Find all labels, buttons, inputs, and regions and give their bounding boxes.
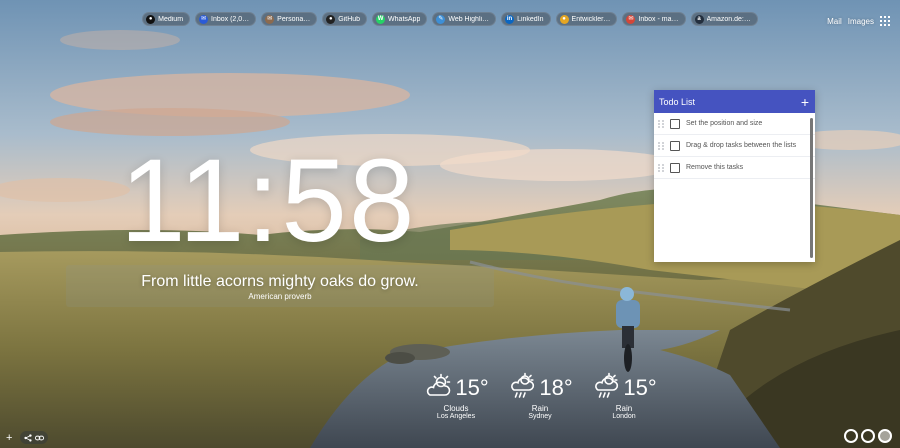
weather-condition: Clouds: [443, 404, 469, 413]
todo-item[interactable]: Drag & drop tasks between the lists: [654, 135, 815, 157]
weather-widget: 15° Clouds Los Angeles 18° Rain Sydney 15° Rain…: [420, 372, 660, 420]
weather-row: 15°: [588, 372, 660, 404]
drag-handle-icon[interactable]: [658, 120, 664, 128]
link-icon: [35, 435, 45, 440]
web-highlight-icon: ✎: [436, 14, 446, 24]
add-widget-button[interactable]: +: [6, 432, 12, 444]
persona-icon: ✉: [265, 14, 275, 24]
bookmark-2[interactable]: ✉ Inbox (2,0…: [195, 12, 257, 26]
apps-grid-icon[interactable]: [880, 16, 890, 26]
linkedin-icon: in: [505, 14, 515, 24]
weather-card[interactable]: 15° Rain London: [588, 372, 660, 420]
page-dot-2[interactable]: [861, 429, 875, 443]
todo-item[interactable]: Set the position and size: [654, 113, 815, 135]
weather-city: Sydney: [528, 413, 552, 420]
todo-title: Todo List: [659, 96, 696, 107]
weather-row: 15°: [420, 372, 492, 404]
add-task-button[interactable]: +: [801, 95, 809, 109]
inbox-icon: ✉: [199, 14, 209, 24]
rain-sun-icon: [591, 372, 621, 405]
bookmark-label: Inbox - ma…: [638, 15, 679, 23]
weather-temp: 15°: [623, 375, 657, 400]
bookmark-4[interactable]: ● GitHub: [322, 12, 368, 26]
weather-condition: Rain: [531, 404, 549, 413]
bookmark-label: LinkedIn: [517, 15, 544, 23]
inbox-icon: ✉: [626, 14, 636, 24]
bookmark-6[interactable]: ✎ Web Highli…: [432, 12, 497, 26]
images-link[interactable]: Images: [848, 17, 874, 26]
page-dots: [844, 429, 892, 443]
bookmark-7[interactable]: in LinkedIn: [501, 12, 551, 26]
bookmark-3[interactable]: ✉ Persona…: [261, 12, 318, 26]
bookmark-label: Inbox (2,0…: [211, 15, 250, 23]
whatsapp-icon: W: [376, 14, 386, 24]
todo-checkbox[interactable]: [670, 141, 680, 151]
weather-temp: 18°: [539, 375, 573, 400]
todo-item[interactable]: Remove this tasks: [654, 157, 815, 179]
bookmark-label: Entwickler…: [571, 15, 611, 23]
todo-list: Set the position and size Drag & drop tas…: [654, 113, 815, 179]
todo-checkbox[interactable]: [670, 163, 680, 173]
rain-sun-icon: [507, 372, 537, 405]
bookmark-9[interactable]: ✉ Inbox - ma…: [622, 12, 686, 26]
weather-temp: 15°: [455, 375, 489, 400]
todo-text: Drag & drop tasks between the lists: [686, 142, 797, 149]
weather-row: 18°: [504, 372, 576, 404]
share-button[interactable]: [20, 431, 49, 444]
clock-time: 11:58: [120, 135, 417, 267]
bookmarks-bar: ● Medium ✉ Inbox (2,0… ✉ Persona… ● GitHub W What…: [0, 12, 900, 26]
weather-card[interactable]: 15° Clouds Los Angeles: [420, 372, 492, 420]
page-dot-1[interactable]: [844, 429, 858, 443]
weather-city: Los Angeles: [436, 413, 476, 420]
bookmark-label: Medium: [158, 15, 184, 23]
medium-icon: ●: [146, 14, 156, 24]
todo-text: Remove this tasks: [686, 164, 744, 171]
bookmark-label: Amazon.de:…: [706, 15, 751, 23]
amazon-icon: a: [694, 14, 704, 24]
chrome-icon: ●: [559, 14, 569, 24]
bookmark-label: WhatsApp: [388, 15, 421, 23]
bookmark-label: Web Highli…: [448, 15, 490, 23]
share-icon: [24, 433, 33, 442]
bottom-left-controls: +: [6, 431, 49, 444]
weather-city: London: [612, 413, 636, 420]
bookmark-5[interactable]: W WhatsApp: [372, 12, 428, 26]
weather-condition: Rain: [615, 404, 633, 413]
todo-header: Todo List +: [654, 90, 815, 113]
todo-checkbox[interactable]: [670, 119, 680, 129]
drag-handle-icon[interactable]: [658, 164, 664, 172]
bookmark-label: GitHub: [338, 15, 361, 23]
bookmark-10[interactable]: a Amazon.de:…: [690, 12, 758, 26]
bookmark-8[interactable]: ● Entwickler…: [555, 12, 618, 26]
github-icon: ●: [326, 14, 336, 24]
quote-text: From little acorns mighty oaks do grow.: [141, 273, 419, 290]
weather-card[interactable]: 18° Rain Sydney: [504, 372, 576, 420]
todo-text: Set the position and size: [686, 120, 763, 127]
bookmark-label: Persona…: [277, 15, 311, 23]
top-right-links: Mail Images: [827, 16, 890, 26]
todo-widget: Todo List + Set the position and size Dra…: [654, 90, 815, 262]
drag-handle-icon[interactable]: [658, 142, 664, 150]
bookmark-1[interactable]: ● Medium: [142, 12, 191, 26]
page-dot-3[interactable]: [878, 429, 892, 443]
mail-link[interactable]: Mail: [827, 17, 842, 26]
todo-scrollbar[interactable]: [810, 118, 813, 258]
quote-author: American proverb: [248, 292, 312, 301]
cloud-sun-icon: [423, 373, 453, 404]
